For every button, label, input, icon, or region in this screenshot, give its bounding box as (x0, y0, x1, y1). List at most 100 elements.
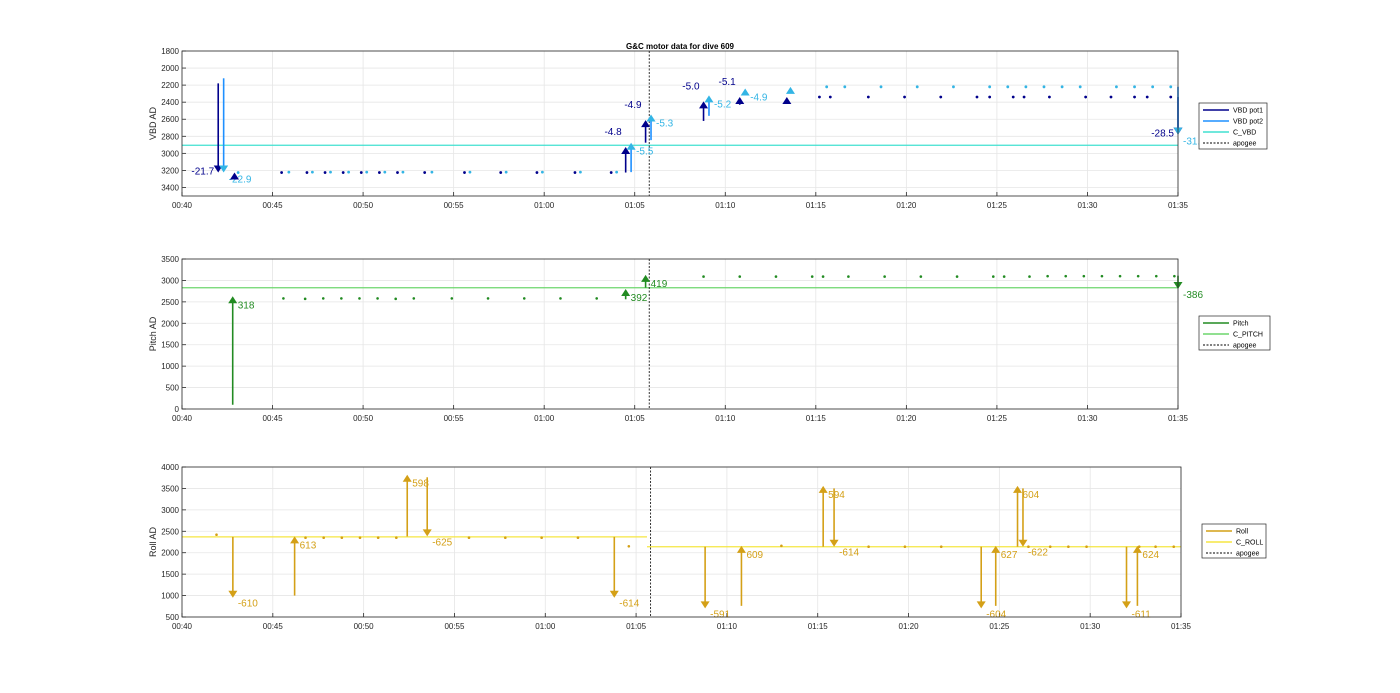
pitch-point (955, 275, 959, 278)
vbd-y-tick-label: 2200 (161, 81, 179, 90)
pitch-point (1100, 274, 1104, 278)
roll-y-tick-label: 500 (166, 613, 180, 622)
vbd-pot2-point (915, 85, 919, 89)
vbd-y-tick-label: 3400 (161, 183, 179, 192)
roll-move-label: -611 (1132, 609, 1152, 620)
roll-point (467, 536, 471, 540)
vbd-move-label: -5.3 (656, 119, 674, 130)
pitch-x-tick-label: 01:30 (1077, 414, 1098, 423)
roll-x-tick-label: 00:40 (172, 622, 193, 631)
pitch-point (595, 297, 598, 300)
pitch-point (1046, 274, 1049, 278)
vbd-move-label: -28.5 (1151, 129, 1174, 140)
vbd-pot1-point (1011, 95, 1015, 99)
pitch-y-tick-label: 3500 (161, 255, 179, 264)
roll-move-label: -614 (619, 599, 639, 610)
vbd-pot2-point (1024, 85, 1028, 89)
pitch-point (303, 297, 307, 301)
vbd-pot2-point (1115, 85, 1118, 89)
roll-legend-label: C_ROLL (1236, 540, 1263, 547)
pitch-point (702, 275, 705, 278)
vbd-x-tick-label: 01:15 (806, 201, 827, 210)
vbd-y-tick-label: 3000 (161, 149, 179, 158)
vbd-pot1-point (1169, 95, 1173, 99)
pitch-point (1064, 274, 1068, 278)
roll-point (780, 544, 783, 548)
vbd-x-tick-label: 00:40 (172, 201, 193, 210)
pitch-move-label: 318 (238, 300, 255, 311)
vbd-legend-label: VBD pot2 (1233, 119, 1263, 126)
vbd-x-tick-label: 01:35 (1168, 201, 1189, 210)
pitch-point (1136, 274, 1140, 278)
pitch-x-tick-label: 01:15 (806, 414, 827, 423)
pitch-point (1028, 275, 1031, 278)
vbd-move-label: -5.2 (714, 99, 732, 110)
roll-point (358, 536, 362, 540)
pitch-y-tick-label: 3000 (161, 276, 179, 285)
vbd-pot2-point (843, 85, 847, 89)
roll-x-tick-label: 01:00 (535, 622, 556, 631)
pitch-point (774, 275, 778, 278)
vbd-move-label: -4.9 (750, 93, 768, 104)
vbd-pot2-point (347, 170, 351, 174)
pitch-point (883, 275, 886, 278)
roll-move-label: -622 (1028, 548, 1048, 559)
pitch-point (847, 275, 850, 278)
vbd-pot2-point (952, 85, 955, 89)
roll-move-label: 594 (828, 490, 845, 501)
roll-x-tick-label: 01:30 (1080, 622, 1101, 631)
pitch-point (1118, 274, 1122, 278)
pitch-legend-label: C_PITCH (1233, 332, 1263, 339)
roll-y-tick-label: 1000 (161, 592, 179, 601)
roll-x-tick-label: 00:45 (263, 622, 284, 631)
pitch-point (282, 297, 285, 300)
vbd-pot2-point (236, 171, 240, 174)
vbd-move-label: -5.1 (719, 77, 737, 88)
vbd-pot2-point (1169, 85, 1173, 89)
vbd-pot2-point (329, 170, 332, 174)
vbd-pot1-point (396, 171, 399, 174)
vbd-pot2-point (365, 170, 369, 174)
pitch-x-tick-label: 00:40 (172, 414, 193, 423)
vbd-move-label: -22.9 (229, 175, 252, 186)
roll-x-tick-label: 01:10 (717, 622, 738, 631)
pitch-point (559, 297, 562, 300)
vbd-x-tick-label: 00:55 (444, 201, 465, 210)
vbd-pot1-point (1109, 95, 1113, 99)
roll-x-tick-label: 01:20 (899, 622, 920, 631)
roll-move-label: 627 (1001, 550, 1018, 561)
pitch-move-label: -386 (1183, 290, 1203, 301)
roll-point (867, 545, 870, 549)
vbd-pot2-point (615, 170, 619, 174)
pitch-move-label: 419 (651, 279, 668, 290)
roll-move-label: -625 (432, 537, 452, 548)
vbd-pot1-point (903, 95, 906, 99)
roll-move-label: -604 (986, 609, 1006, 620)
roll-move-label: -610 (238, 599, 258, 610)
roll-y-tick-label: 2000 (161, 549, 179, 558)
roll-point (1085, 545, 1088, 549)
roll-y-tick-label: 2500 (161, 527, 179, 536)
vbd-y-tick-label: 2400 (161, 98, 179, 107)
vbd-pot1-point (423, 171, 427, 174)
pitch-point (340, 297, 343, 300)
roll-point (340, 536, 344, 540)
pitch-point (376, 297, 379, 300)
pitch-point (738, 275, 742, 278)
vbd-pot2-point (287, 170, 291, 174)
pitch-plot-area (182, 259, 1178, 409)
vbd-x-tick-label: 00:50 (353, 201, 374, 210)
figure-title: G&C motor data for dive 609 (626, 42, 735, 51)
pitch-legend-label: Pitch (1233, 321, 1249, 328)
vbd-pot2-point (1151, 85, 1155, 89)
vbd-x-tick-label: 00:45 (263, 201, 284, 210)
vbd-pot2-point (383, 170, 387, 174)
roll-y-tick-label: 4000 (161, 463, 179, 472)
roll-x-tick-label: 01:15 (808, 622, 829, 631)
pitch-x-tick-label: 01:35 (1168, 414, 1189, 423)
roll-axes: 500 1000 1500 2000 2500 3000 3500 4000 00:40 00:4… (148, 463, 1267, 631)
pitch-x-tick-label: 01:20 (896, 414, 917, 423)
roll-point (1154, 545, 1157, 549)
vbd-pot1-point (535, 171, 539, 174)
vbd-pot1-point (341, 171, 345, 174)
